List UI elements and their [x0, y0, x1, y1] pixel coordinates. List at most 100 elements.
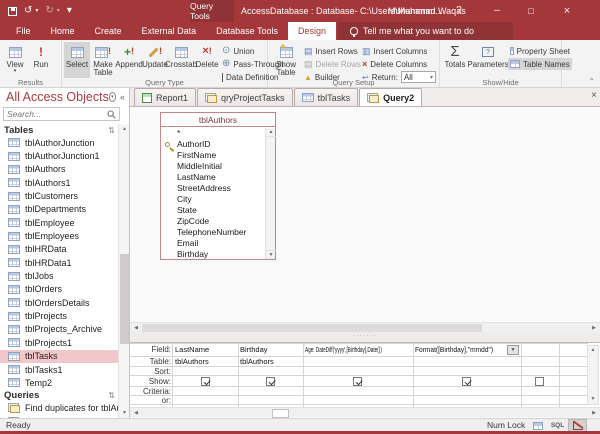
shutter-close-icon[interactable]: « — [120, 92, 125, 102]
totals-button[interactable]: Σ Totals — [442, 42, 468, 78]
field-list-row[interactable]: FirstName — [161, 150, 265, 161]
nav-menu-icon[interactable]: ▾ — [109, 92, 116, 102]
grid-field-cell[interactable]: LastName — [175, 345, 236, 355]
nav-item-table[interactable]: tblProjects — [0, 309, 118, 322]
nav-item-table[interactable]: tblAuthorJunction — [0, 136, 118, 149]
field-dropdown-icon[interactable]: ▼ — [507, 345, 519, 355]
show-checkbox[interactable] — [462, 377, 471, 386]
ribbon-tab[interactable]: Database Tools — [206, 22, 288, 40]
make-table-button[interactable]: ! Make Table — [90, 42, 116, 78]
delete-rows-button[interactable]: ▤Delete Rows — [302, 58, 360, 70]
scroll-down-icon[interactable]: ▼ — [266, 250, 276, 259]
grid-hscrollbar[interactable]: ◀ ▶ — [130, 407, 600, 417]
field-list-row[interactable]: AuthorID — [161, 139, 265, 150]
nav-item-table[interactable]: Temp2 — [0, 376, 118, 389]
nav-item-table[interactable]: tblEmployees — [0, 229, 118, 242]
nav-item-table[interactable]: tblAuthors — [0, 163, 118, 176]
field-list-scrollbar[interactable]: ▲ ▼ — [265, 128, 275, 259]
ribbon-tab[interactable]: Home — [41, 22, 85, 40]
undo-caret-icon[interactable]: ▾ — [35, 8, 38, 14]
scroll-down-icon[interactable]: ▼ — [119, 408, 130, 418]
nav-scrollbar[interactable]: ▲ ▼ — [118, 124, 129, 418]
document-tab[interactable]: qryProjectTasks — [197, 88, 293, 106]
scroll-left-icon[interactable]: ◀ — [131, 408, 141, 418]
search-input[interactable] — [7, 109, 107, 119]
show-checkbox[interactable] — [353, 377, 362, 386]
ribbon-tab[interactable]: External Data — [132, 22, 207, 40]
nav-item-table[interactable]: tblTasks1 — [0, 363, 118, 376]
nav-item-table[interactable]: tblAuthors1 — [0, 176, 118, 189]
tell-me-box[interactable]: Tell me what you want to do — [338, 22, 513, 40]
run-button[interactable]: ! Run — [28, 42, 54, 78]
scroll-down-icon[interactable]: ▼ — [588, 395, 598, 404]
scroll-up-icon[interactable]: ▲ — [266, 128, 276, 137]
grid-table-cell[interactable]: tblAuthors — [175, 357, 236, 367]
ribbon-tab[interactable]: File — [6, 22, 41, 40]
grid-vscrollbar[interactable]: ▲ ▼ — [587, 345, 599, 405]
contextual-tab-query-tools[interactable]: Query Tools — [190, 0, 234, 22]
save-icon[interactable] — [8, 7, 17, 16]
help-button[interactable]: ? — [444, 0, 474, 22]
grid-field-cell[interactable]: Birthday — [240, 345, 301, 355]
nav-item-table[interactable]: tblCustomers — [0, 189, 118, 202]
minimize-button[interactable]: – — [482, 0, 512, 22]
field-list-tblauthors[interactable]: tblAuthors * AuthorID FirstName — [160, 112, 276, 260]
maximize-button[interactable]: □ — [516, 0, 546, 22]
field-list-row[interactable]: * — [161, 128, 265, 139]
nav-section-tables[interactable]: Tables⇅ — [0, 124, 118, 136]
field-list-row[interactable]: StreetAddress — [161, 183, 265, 194]
nav-item-table[interactable]: tblProjects1 — [0, 336, 118, 349]
field-list-row[interactable]: LastName — [161, 172, 265, 183]
scrollbar-thumb[interactable] — [142, 324, 482, 332]
nav-search-box[interactable] — [3, 107, 120, 121]
show-checkbox[interactable] — [266, 377, 275, 386]
search-icon[interactable] — [107, 110, 116, 119]
show-checkbox[interactable] — [535, 377, 544, 386]
parameters-button[interactable]: ? Parameters — [468, 42, 508, 78]
view-button[interactable]: View▾ — [2, 42, 28, 78]
grid-table-cell[interactable]: tblAuthors — [240, 357, 301, 367]
delete-query-button[interactable]: ×! Delete — [194, 42, 220, 78]
nav-item-table[interactable]: tblJobs — [0, 269, 118, 282]
field-list-row[interactable]: Email — [161, 238, 265, 249]
show-checkbox[interactable] — [201, 377, 210, 386]
show-table-button[interactable]: ★ Show Table — [270, 42, 302, 78]
crosstab-button[interactable]: Crosstab — [168, 42, 194, 78]
close-document-icon[interactable]: × — [591, 90, 597, 101]
field-list-row[interactable]: TelephoneNumber — [161, 227, 265, 238]
nav-item-query[interactable]: Find duplicates for tblAuthors — [0, 402, 118, 415]
scrollbar-thumb[interactable] — [272, 409, 289, 418]
append-button[interactable]: +! Append — [116, 42, 142, 78]
redo-icon[interactable]: ↻ — [45, 6, 53, 16]
nav-section-queries[interactable]: Queries⇅ — [0, 390, 118, 402]
ribbon-tab[interactable]: Create — [85, 22, 132, 40]
select-query-button[interactable]: Select — [64, 42, 90, 78]
field-list-row[interactable]: ZipCode — [161, 216, 265, 227]
close-button[interactable]: × — [552, 0, 582, 22]
insert-columns-button[interactable]: ▥Insert Columns — [360, 45, 438, 57]
nav-item-table[interactable]: tblOrdersDetails — [0, 296, 118, 309]
grid-field-cell[interactable]: Format([Birthday],"mmdd") — [415, 345, 505, 355]
nav-item-table[interactable]: tblHRData — [0, 243, 118, 256]
delete-columns-button[interactable]: ×Delete Columns — [360, 58, 438, 70]
scroll-up-icon[interactable]: ▲ — [119, 124, 130, 134]
field-list-row[interactable]: Birthday — [161, 249, 265, 259]
pane-splitter[interactable]: ······· — [130, 332, 600, 343]
nav-item-table[interactable]: tblAuthorJunction1 — [0, 149, 118, 162]
design-pane-hscrollbar[interactable]: ◀ ▶ — [130, 322, 600, 332]
scroll-up-icon[interactable]: ▲ — [588, 346, 598, 355]
nav-item-table[interactable]: tblProjects_Archive — [0, 323, 118, 336]
customize-qat-icon[interactable]: ▾ — [67, 6, 72, 16]
scroll-right-icon[interactable]: ▶ — [589, 408, 599, 418]
ribbon-tab[interactable]: Design — [288, 22, 336, 40]
nav-item-table[interactable]: tblEmployee — [0, 216, 118, 229]
nav-item-table[interactable]: tblTasks — [0, 350, 118, 363]
undo-icon[interactable]: ↺ — [24, 6, 32, 16]
document-tab[interactable]: Report1 — [134, 88, 196, 106]
grid-field-cell[interactable]: Age: DateDiff('yyyy',[Birthday],Date()) — [305, 345, 412, 355]
field-list-row[interactable]: MiddleInitial — [161, 161, 265, 172]
field-list-row[interactable]: State — [161, 205, 265, 216]
nav-item-table[interactable]: tblOrders — [0, 283, 118, 296]
document-tab[interactable]: tblTasks — [294, 88, 359, 106]
redo-caret-icon[interactable]: ▾ — [57, 8, 60, 14]
